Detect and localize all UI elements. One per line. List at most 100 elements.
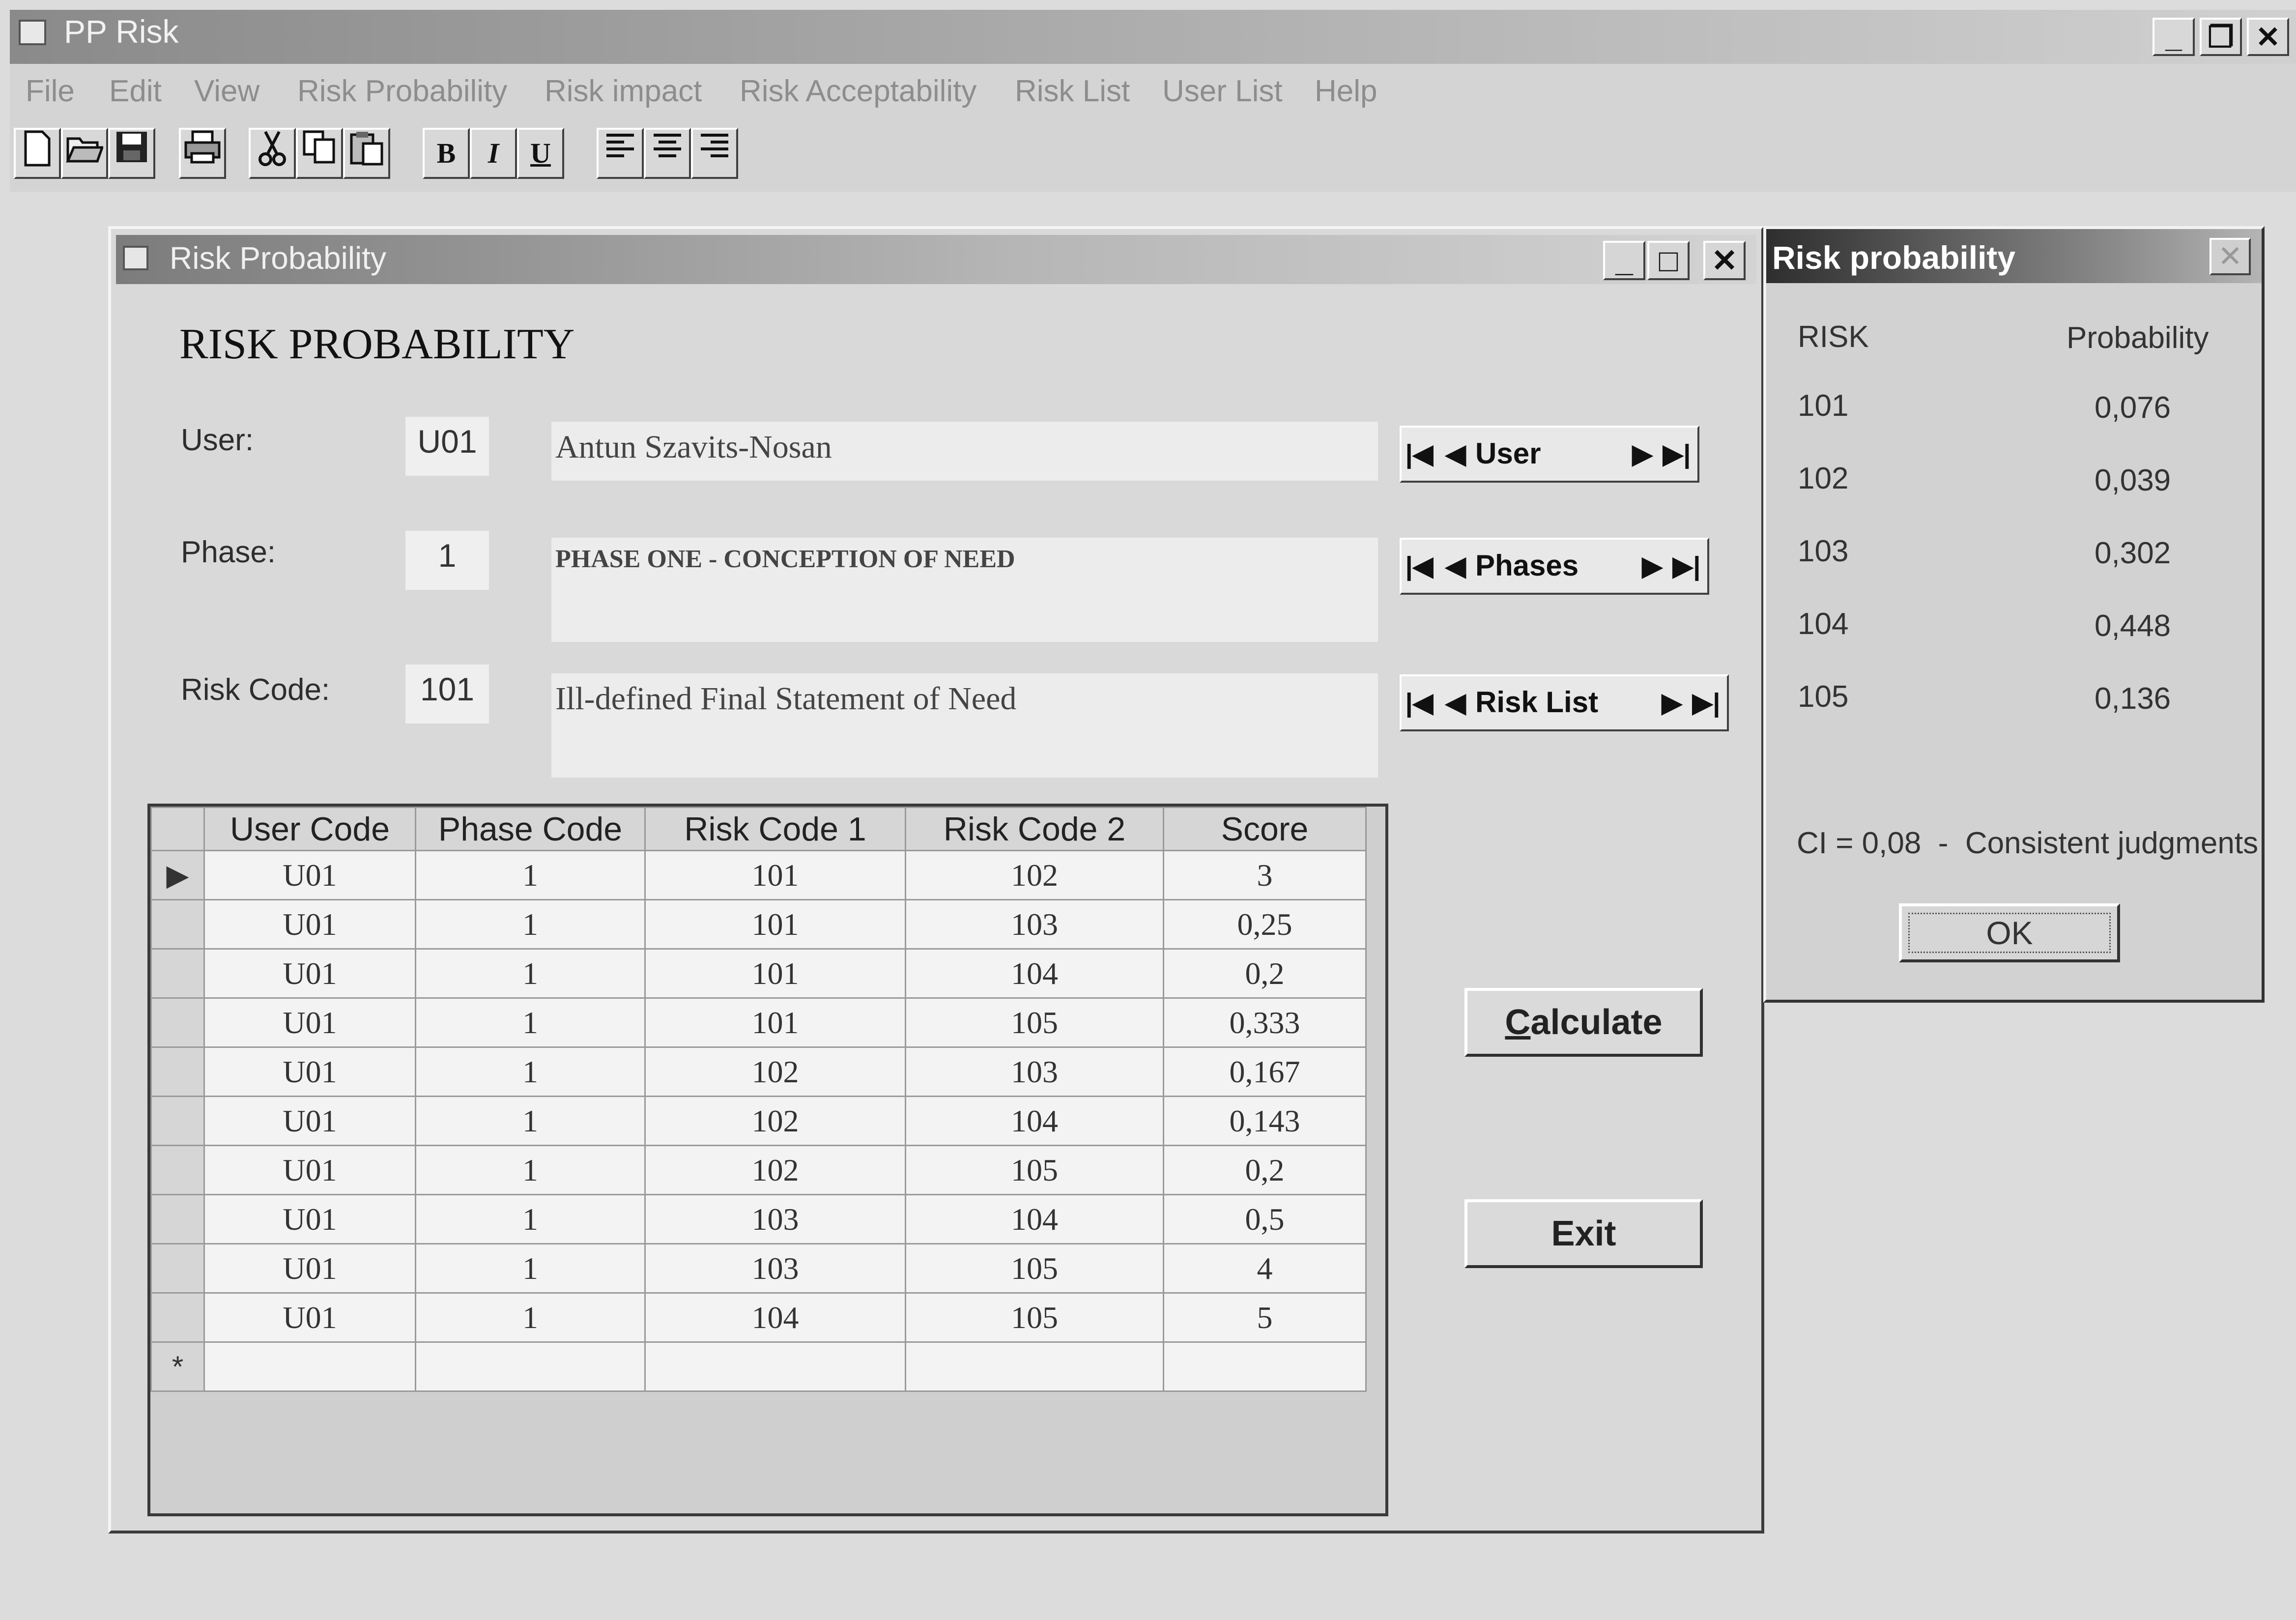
calculate-button[interactable]: Calculate [1464, 988, 1703, 1057]
table-row[interactable]: U01 1 102 103 0,167 [150, 1046, 1367, 1097]
table-row[interactable]: U01 1 102 104 0,143 [150, 1096, 1367, 1146]
risk-code-1-cell[interactable]: 101 [644, 948, 906, 999]
risk-code-2-cell[interactable]: 103 [905, 899, 1164, 950]
cut-icon[interactable] [249, 128, 296, 179]
menu-file[interactable]: File [26, 74, 75, 109]
row-selector[interactable] [150, 948, 205, 999]
empty-cell[interactable] [905, 1341, 1164, 1392]
menu-help[interactable]: Help [1315, 74, 1378, 109]
menu-user-list[interactable]: User List [1162, 74, 1283, 109]
empty-cell[interactable] [644, 1341, 906, 1392]
user-code-cell[interactable]: U01 [203, 899, 416, 950]
last-record-icon[interactable]: ▶| [1692, 679, 1721, 726]
user-code-cell[interactable]: U01 [203, 850, 416, 900]
table-row[interactable]: U01 1 101 104 0,2 [150, 948, 1367, 999]
row-selector[interactable] [150, 1145, 205, 1195]
first-record-icon[interactable]: |◀ [1405, 543, 1434, 590]
user-code-cell[interactable]: U01 [203, 997, 416, 1048]
table-row[interactable]: U01 1 104 105 5 [150, 1292, 1367, 1343]
align-left-icon[interactable] [597, 128, 644, 179]
score-cell[interactable]: 0,2 [1163, 1145, 1367, 1195]
user-name-field[interactable]: Antun Szavits-Nosan [551, 422, 1378, 481]
phase-code-cell[interactable]: 1 [415, 997, 646, 1048]
col-user-code[interactable]: User Code [203, 807, 416, 851]
risk-code-1-cell[interactable]: 103 [644, 1243, 906, 1294]
exit-button[interactable]: Exit [1464, 1199, 1703, 1268]
score-cell[interactable]: 0,2 [1163, 948, 1367, 999]
paste-icon[interactable] [343, 128, 390, 179]
first-record-icon[interactable]: |◀ [1405, 431, 1434, 478]
score-cell[interactable]: 0,25 [1163, 899, 1367, 950]
risk-code-2-cell[interactable]: 102 [905, 850, 1164, 900]
col-phase-code[interactable]: Phase Code [415, 807, 646, 851]
phase-code-cell[interactable]: 1 [415, 899, 646, 950]
row-selector[interactable]: ▶ [150, 850, 205, 900]
risk-code-2-cell[interactable]: 105 [905, 1243, 1164, 1294]
score-cell[interactable]: 4 [1163, 1243, 1367, 1294]
score-cell[interactable]: 3 [1163, 850, 1367, 900]
minimize-button[interactable]: _ [2152, 18, 2195, 56]
row-selector[interactable] [150, 997, 205, 1048]
phase-code-cell[interactable]: 1 [415, 1046, 646, 1097]
next-record-icon[interactable]: ▶ [1628, 431, 1657, 478]
align-right-icon[interactable] [691, 128, 738, 179]
score-cell[interactable]: 0,167 [1163, 1046, 1367, 1097]
risk-code-1-cell[interactable]: 101 [644, 997, 906, 1048]
score-cell[interactable]: 5 [1163, 1292, 1367, 1343]
child-minimize-button[interactable]: _ [1603, 241, 1645, 280]
copy-icon[interactable] [296, 128, 343, 179]
bold-icon[interactable]: B [423, 128, 470, 179]
prev-record-icon[interactable]: ◀ [1441, 431, 1470, 478]
risk-code-2-cell[interactable]: 104 [905, 1194, 1164, 1244]
phase-name-field[interactable]: PHASE ONE - CONCEPTION OF NEED [551, 538, 1378, 642]
italic-icon[interactable]: I [470, 128, 517, 179]
user-code-cell[interactable]: U01 [203, 1096, 416, 1146]
risk-code-2-cell[interactable]: 105 [905, 1145, 1164, 1195]
risk-code-1-cell[interactable]: 102 [644, 1046, 906, 1097]
restore-button[interactable]: ❐ [2200, 18, 2242, 56]
risk-code-1-cell[interactable]: 102 [644, 1145, 906, 1195]
risk-code-1-cell[interactable]: 103 [644, 1194, 906, 1244]
table-row[interactable]: U01 1 103 105 4 [150, 1243, 1367, 1294]
phase-code-cell[interactable]: 1 [415, 1243, 646, 1294]
child-close-button[interactable]: ✕ [1703, 241, 1746, 280]
risk-code-field[interactable]: 101 [405, 665, 489, 723]
ok-button[interactable]: OK [1899, 903, 2120, 962]
menu-view[interactable]: View [194, 74, 259, 109]
table-row[interactable]: ▶ U01 1 101 102 3 [150, 850, 1367, 900]
row-selector[interactable] [150, 1292, 205, 1343]
menu-risk-probability[interactable]: Risk Probability [297, 74, 507, 109]
phase-code-cell[interactable]: 1 [415, 1145, 646, 1195]
row-selector[interactable] [150, 1243, 205, 1294]
risk-code-2-cell[interactable]: 104 [905, 1096, 1164, 1146]
new-icon[interactable] [14, 128, 61, 179]
risk-name-field[interactable]: Ill-defined Final Statement of Need [551, 673, 1378, 778]
user-code-cell[interactable]: U01 [203, 1046, 416, 1097]
first-record-icon[interactable]: |◀ [1405, 679, 1434, 726]
new-row-selector[interactable]: * [150, 1341, 205, 1392]
print-icon[interactable] [179, 128, 226, 179]
user-code-field[interactable]: U01 [405, 417, 489, 476]
save-icon[interactable] [108, 128, 155, 179]
last-record-icon[interactable]: ▶| [1672, 543, 1701, 590]
row-selector[interactable] [150, 1096, 205, 1146]
empty-cell[interactable] [1163, 1341, 1367, 1392]
user-code-cell[interactable]: U01 [203, 1292, 416, 1343]
phase-code-cell[interactable]: 1 [415, 850, 646, 900]
user-code-cell[interactable]: U01 [203, 1145, 416, 1195]
underline-icon[interactable]: U [517, 128, 564, 179]
row-selector[interactable] [150, 1046, 205, 1097]
close-button[interactable]: ✕ [2247, 18, 2289, 56]
user-code-cell[interactable]: U01 [203, 1194, 416, 1244]
table-row[interactable]: U01 1 101 103 0,25 [150, 899, 1367, 950]
risk-code-2-cell[interactable]: 104 [905, 948, 1164, 999]
phase-code-field[interactable]: 1 [405, 531, 489, 590]
col-score[interactable]: Score [1163, 807, 1367, 851]
phase-code-cell[interactable]: 1 [415, 1096, 646, 1146]
score-cell[interactable]: 0,143 [1163, 1096, 1367, 1146]
menu-risk-impact[interactable]: Risk impact [545, 74, 702, 109]
menu-edit[interactable]: Edit [109, 74, 162, 109]
risk-code-1-cell[interactable]: 102 [644, 1096, 906, 1146]
risk-code-1-cell[interactable]: 101 [644, 899, 906, 950]
prev-record-icon[interactable]: ◀ [1441, 543, 1470, 590]
